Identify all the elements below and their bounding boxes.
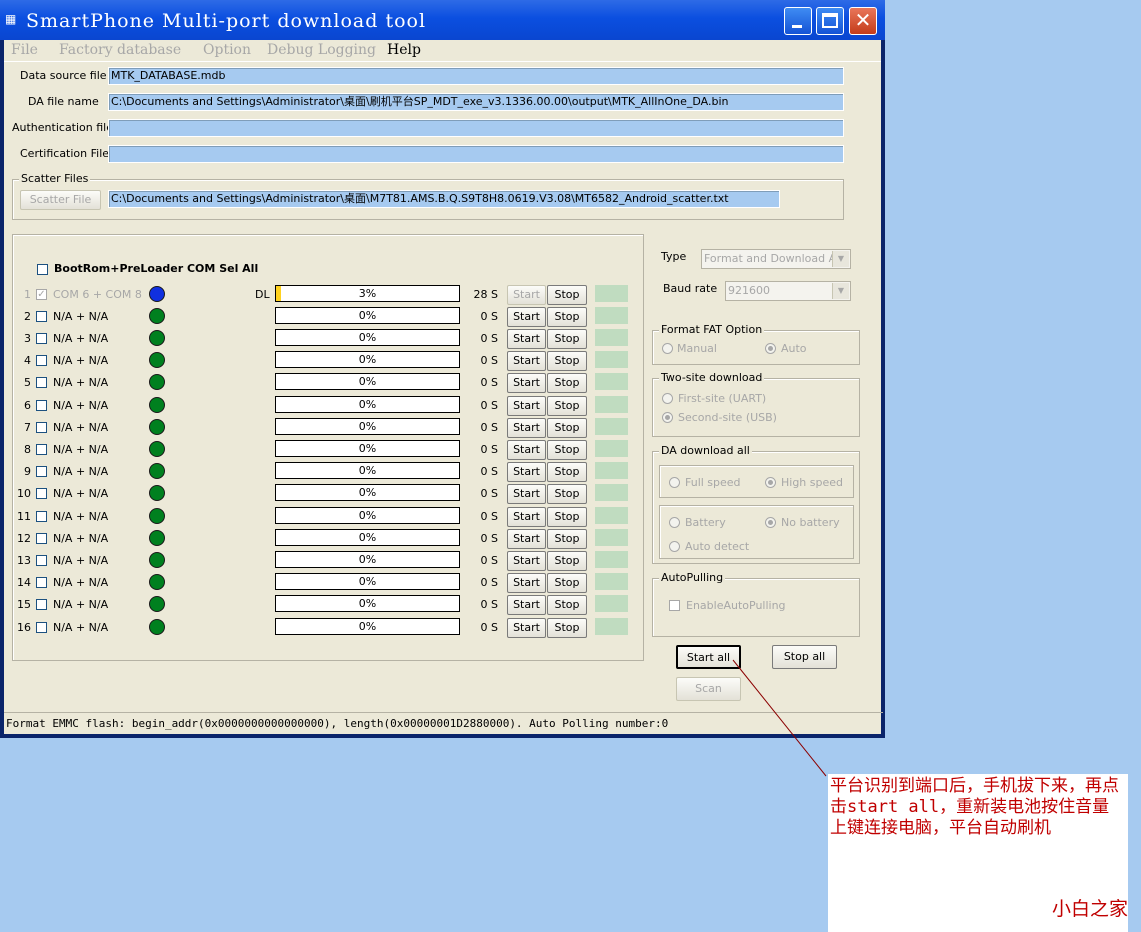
annotation-note: 平台识别到端口后，手机拔下来，再点击start all，重新装电池按住音量上键连… — [828, 774, 1128, 932]
annotation-text: 平台识别到端口后，手机拔下来，再点击start all，重新装电池按住音量上键连… — [830, 776, 1119, 838]
annotation-brand: 小白之家 — [1051, 898, 1128, 920]
